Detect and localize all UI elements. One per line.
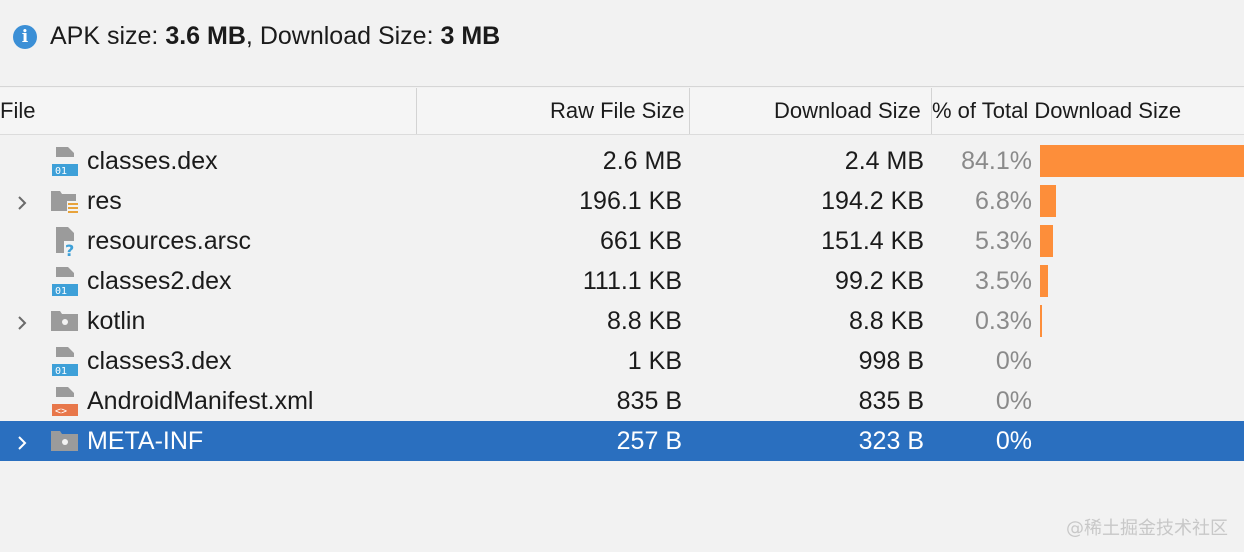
- raw-file-size: 2.6 MB: [602, 147, 682, 175]
- unknown-file-icon: ?: [50, 225, 80, 260]
- column-header-raw-size[interactable]: Raw File Size: [550, 88, 684, 134]
- dex-file-icon: 01: [50, 345, 80, 377]
- resource-folder-icon: [50, 185, 80, 217]
- raw-file-size: 835 B: [616, 387, 682, 415]
- svg-text:01: 01: [55, 286, 67, 297]
- svg-text:?: ?: [65, 241, 74, 257]
- download-percent: 84.1%: [961, 147, 1032, 175]
- download-percent: 0%: [995, 387, 1032, 415]
- svg-text:01: 01: [55, 366, 67, 377]
- table-row[interactable]: ? resources.arsc 661 KB 151.4 KB 5.3%: [0, 221, 1244, 261]
- svg-text:<>: <>: [55, 406, 67, 417]
- download-percent: 3.5%: [975, 267, 1032, 295]
- chevron-right-icon[interactable]: [12, 431, 32, 451]
- apk-summary-text: APK size: 3.6 MB, Download Size: 3 MB: [50, 22, 501, 50]
- download-percent: 0.3%: [975, 307, 1032, 335]
- table-row[interactable]: 01 classes2.dex 111.1 KB 99.2 KB 3.5%: [0, 261, 1244, 301]
- info-icon: i: [13, 25, 37, 49]
- raw-file-size: 1 KB: [627, 347, 682, 375]
- svg-text:01: 01: [55, 166, 67, 177]
- download-share-bar: [1040, 145, 1244, 177]
- download-size: 99.2 KB: [835, 267, 924, 295]
- column-divider[interactable]: [416, 88, 417, 134]
- table-row[interactable]: META-INF 257 B 323 B 0%: [0, 421, 1244, 461]
- download-size: 835 B: [858, 387, 924, 415]
- file-name: classes2.dex: [87, 267, 232, 295]
- table-header: File Raw File Size Download Size % of To…: [0, 88, 1244, 135]
- table-row[interactable]: res 196.1 KB 194.2 KB 6.8%: [0, 181, 1244, 221]
- download-size: 8.8 KB: [848, 307, 924, 335]
- table-row[interactable]: <> AndroidManifest.xml 835 B 835 B 0%: [0, 381, 1244, 421]
- download-size: 2.4 MB: [844, 147, 924, 175]
- chevron-right-icon[interactable]: [12, 311, 32, 331]
- apk-size-value: 3.6 MB: [165, 22, 246, 50]
- watermark: @稀土掘金技术社区: [1066, 518, 1228, 539]
- table-row[interactable]: kotlin 8.8 KB 8.8 KB 0.3%: [0, 301, 1244, 341]
- raw-file-size: 196.1 KB: [579, 187, 682, 215]
- download-percent: 0%: [995, 347, 1032, 375]
- column-header-file[interactable]: File: [0, 88, 35, 134]
- download-size: 323 B: [858, 427, 924, 455]
- download-share-bar: [1040, 305, 1042, 337]
- column-header-download-size[interactable]: Download Size: [774, 88, 921, 134]
- column-divider[interactable]: [689, 88, 690, 134]
- download-percent: 5.3%: [975, 227, 1032, 255]
- file-name: kotlin: [87, 307, 146, 335]
- dex-file-icon: 01: [50, 265, 80, 297]
- folder-icon: [50, 425, 80, 457]
- download-share-bar: [1040, 185, 1056, 217]
- folder-icon: [50, 305, 80, 337]
- file-name: classes3.dex: [87, 347, 232, 375]
- download-share-bar: [1040, 225, 1053, 257]
- download-size-value: 3 MB: [440, 22, 501, 50]
- table-row[interactable]: 01 classes3.dex 1 KB 998 B 0%: [0, 341, 1244, 381]
- xml-file-icon: <>: [50, 385, 80, 417]
- apk-summary-bar: i APK size: 3.6 MB, Download Size: 3 MB: [0, 0, 1244, 87]
- file-name: META-INF: [87, 427, 204, 455]
- raw-file-size: 8.8 KB: [606, 307, 682, 335]
- download-percent: 6.8%: [975, 187, 1032, 215]
- download-size: 998 B: [858, 347, 924, 375]
- file-name: AndroidManifest.xml: [87, 387, 314, 415]
- chevron-right-icon[interactable]: [12, 191, 32, 211]
- file-name: classes.dex: [87, 147, 218, 175]
- download-size: 194.2 KB: [821, 187, 924, 215]
- table-row[interactable]: 01 classes.dex 2.6 MB 2.4 MB 84.1%: [0, 141, 1244, 181]
- raw-file-size: 661 KB: [599, 227, 682, 255]
- download-share-bar: [1040, 265, 1048, 297]
- raw-file-size: 111.1 KB: [582, 267, 682, 295]
- file-tree-table: 01 classes.dex 2.6 MB 2.4 MB 84.1% res 196.1 K…: [0, 141, 1244, 461]
- raw-file-size: 257 B: [616, 427, 682, 455]
- dex-file-icon: 01: [50, 145, 80, 177]
- file-name: resources.arsc: [87, 227, 251, 255]
- download-percent: 0%: [995, 427, 1032, 455]
- download-size: 151.4 KB: [821, 227, 924, 255]
- file-name: res: [87, 187, 122, 215]
- column-header-percent[interactable]: % of Total Download Size: [932, 88, 1181, 134]
